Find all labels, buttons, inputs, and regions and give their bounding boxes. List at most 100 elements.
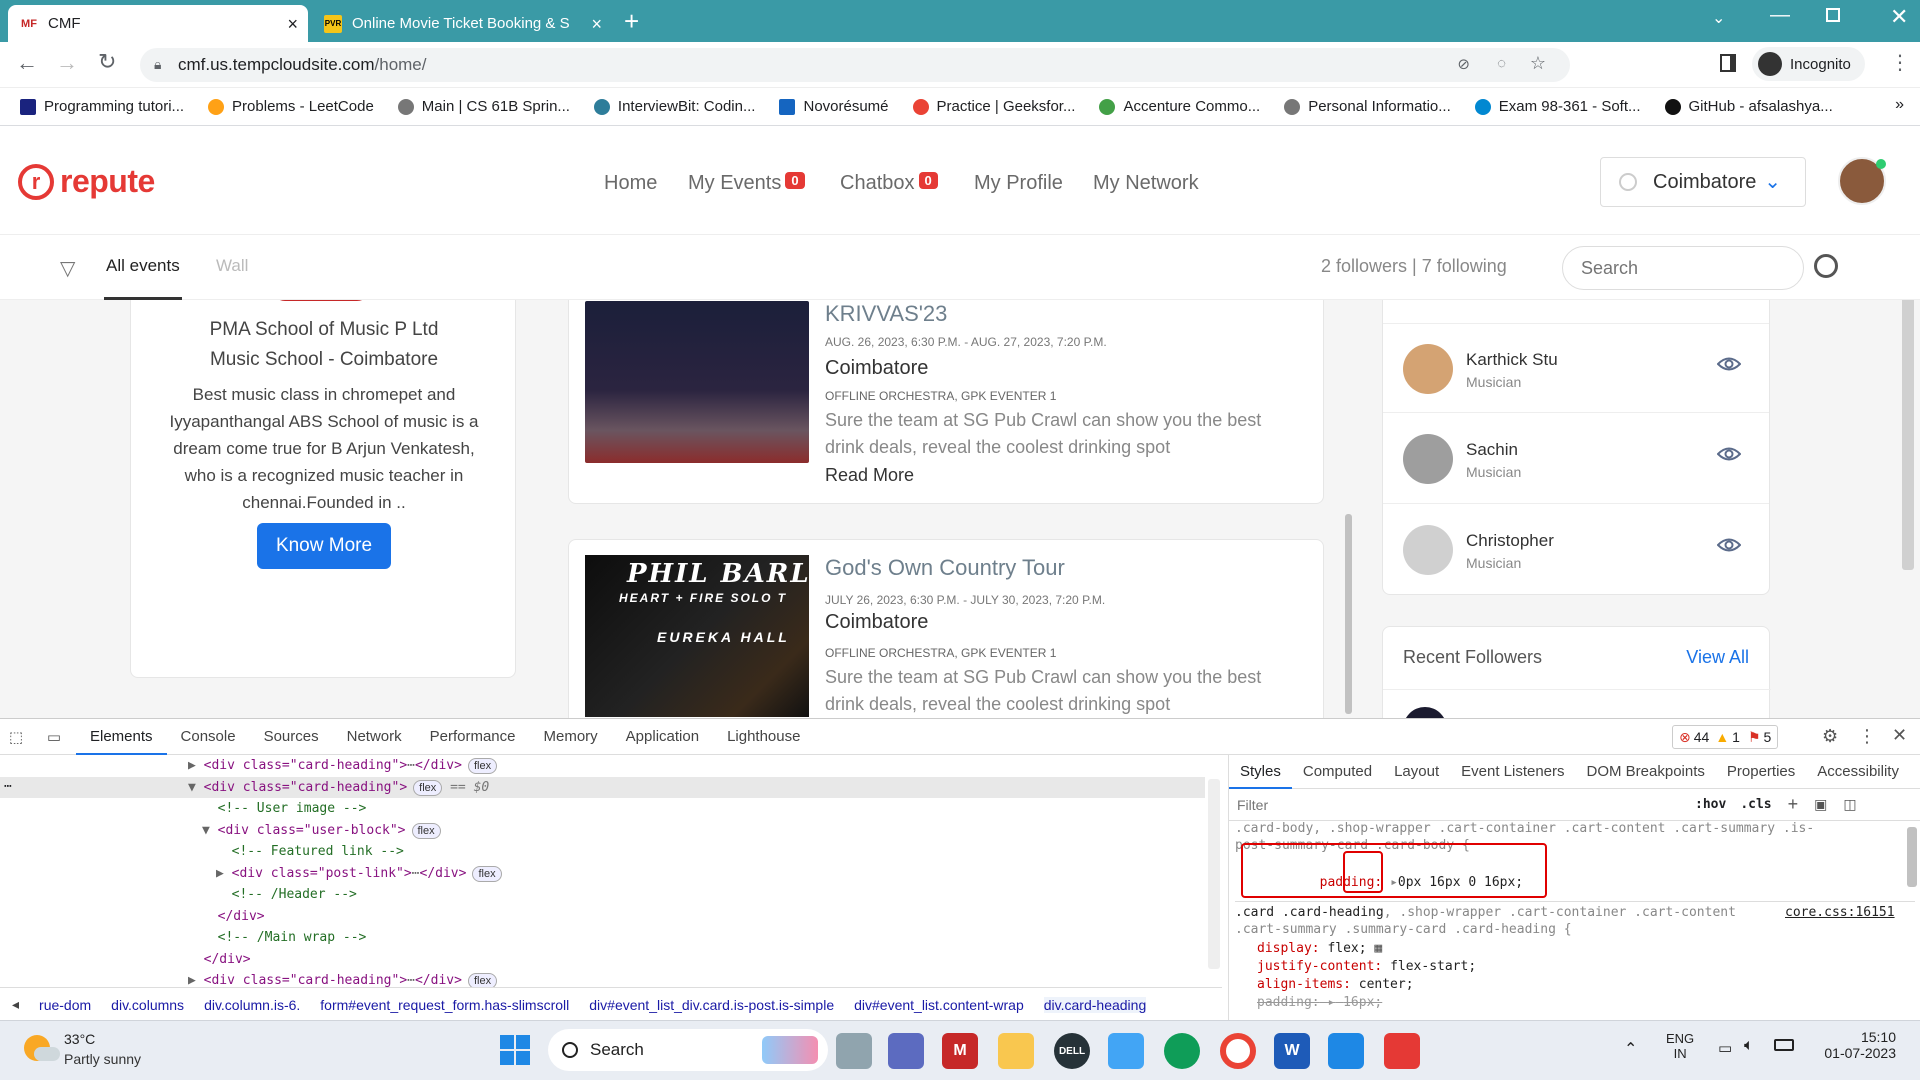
network-icon[interactable]: ▭ — [1718, 1039, 1732, 1057]
filter-icon[interactable]: ▽ — [60, 256, 75, 281]
search-icon[interactable] — [1814, 254, 1838, 278]
flex-badge[interactable]: flex — [472, 865, 502, 882]
incognito-profile-button[interactable]: Incognito — [1752, 47, 1865, 81]
user-avatar[interactable] — [1838, 157, 1886, 205]
dom-node-row[interactable]: ▶ <div class="card-heading">⋯</div> flex — [0, 970, 1205, 987]
read-more-link[interactable]: Read More — [825, 465, 914, 486]
file-explorer-icon[interactable] — [998, 1033, 1034, 1069]
flex-editor-icon[interactable]: ▦ — [1374, 941, 1382, 956]
feed-scrollbar[interactable] — [1345, 514, 1352, 714]
bookmark-item[interactable]: Main | CS 61B Sprin... — [397, 98, 570, 115]
follower-row[interactable]: Christopher Musician — [1383, 505, 1769, 594]
styles-tab-event-listeners[interactable]: Event Listeners — [1450, 755, 1575, 789]
dom-node-row[interactable]: <!-- User image --> — [0, 798, 1205, 819]
follower-row[interactable]: Karthick Stu Musician — [1383, 323, 1769, 413]
gear-icon[interactable]: ⚙ — [1822, 726, 1838, 747]
eye-off-icon[interactable]: ◌ — [1497, 55, 1506, 72]
minimize-icon[interactable]: — — [1770, 4, 1790, 27]
collapse-icon[interactable]: ▼ — [188, 780, 204, 795]
styles-tab-styles[interactable]: Styles — [1229, 755, 1292, 789]
flex-badge[interactable]: flex — [413, 779, 443, 796]
breadcrumb-item[interactable]: div#event_list_div.card.is-post.is-simpl… — [589, 997, 834, 1013]
site-logo[interactable]: r repute — [18, 163, 155, 200]
dom-scrollbar[interactable] — [1208, 779, 1220, 969]
word-icon[interactable]: W — [1274, 1033, 1310, 1069]
bookmark-item[interactable]: Exam 98-361 - Soft... — [1474, 98, 1641, 115]
reload-icon[interactable]: ↻ — [98, 49, 116, 75]
device-toolbar-icon[interactable]: ▭ — [32, 719, 76, 755]
nav-my-network[interactable]: My Network — [1093, 172, 1199, 195]
paint-icon[interactable]: ▣ — [1814, 796, 1827, 813]
collapse-icon[interactable]: ▼ — [202, 823, 218, 838]
volume-icon[interactable]: 🔈︎ — [1744, 1037, 1754, 1055]
weather-widget[interactable] — [20, 1031, 60, 1067]
back-icon[interactable]: ← — [16, 50, 38, 76]
breadcrumb-item[interactable]: form#event_request_form.has-slimscroll — [320, 997, 569, 1013]
devtools-tab-console[interactable]: Console — [167, 719, 250, 755]
ellipsis-icon[interactable]: ⋯ — [407, 758, 415, 773]
css-declaration-overridden[interactable]: padding: ▸ 16px; — [1257, 995, 1382, 1010]
styles-tab-properties[interactable]: Properties — [1716, 755, 1806, 789]
bookmark-item[interactable]: Problems - LeetCode — [208, 98, 374, 115]
close-tab-icon[interactable]: × — [591, 15, 602, 33]
language-indicator[interactable]: ENG IN — [1666, 1031, 1694, 1061]
event-title[interactable]: God's Own Country Tour — [825, 555, 1065, 581]
tab-cmf[interactable]: MF CMF × — [8, 5, 308, 42]
styles-tab-dom-breakpoints[interactable]: DOM Breakpoints — [1576, 755, 1716, 789]
breadcrumb-item[interactable]: rue-dom — [39, 997, 91, 1013]
bookmark-item[interactable]: Personal Informatio... — [1284, 98, 1451, 115]
close-devtools-icon[interactable]: ✕ — [1892, 725, 1907, 746]
issues-counter[interactable]: ⊗ 44 ▲ 1 ⚑ 5 — [1672, 725, 1779, 749]
side-panel-icon[interactable] — [1720, 54, 1736, 72]
devtools-tab-network[interactable]: Network — [333, 719, 416, 755]
chrome-menu-icon[interactable]: ⋮ — [1890, 50, 1910, 75]
clock[interactable]: 15:10 01-07-2023 — [1822, 1029, 1896, 1061]
forward-icon[interactable]: → — [56, 50, 78, 76]
devtools-tab-lighthouse[interactable]: Lighthouse — [713, 719, 814, 755]
taskbar-search[interactable]: Search — [548, 1029, 828, 1071]
address-bar[interactable]: 🔒︎ cmf.us.tempcloudsite.com/home/ ⊘ ◌ ☆ — [140, 48, 1570, 82]
devtools-tab-performance[interactable]: Performance — [416, 719, 530, 755]
eye-icon[interactable] — [1717, 537, 1741, 553]
close-tab-icon[interactable]: × — [287, 15, 298, 33]
nav-home[interactable]: Home — [604, 172, 657, 195]
expand-icon[interactable]: ▶ — [188, 973, 204, 987]
blocked-popup-icon[interactable]: ⊘ — [1457, 55, 1470, 73]
expand-icon[interactable]: ▶ — [216, 866, 232, 881]
breadcrumb-item[interactable]: div.card-heading — [1043, 996, 1147, 1013]
search-input[interactable] — [1562, 246, 1804, 290]
nav-my-profile[interactable]: My Profile — [974, 172, 1063, 195]
dom-node-row[interactable]: ▶ <div class="card-heading">⋯</div> flex — [0, 755, 1205, 776]
bookmark-item[interactable]: Practice | Geeksfor... — [912, 98, 1075, 115]
eye-icon[interactable] — [1717, 446, 1741, 462]
view-all-link[interactable]: View All — [1686, 647, 1749, 668]
bookmarks-more-icon[interactable]: » — [1895, 96, 1904, 114]
ellipsis-icon[interactable]: ⋯ — [412, 866, 420, 881]
breadcrumb-item[interactable]: div.column.is-6. — [204, 997, 300, 1013]
bookmark-item[interactable]: InterviewBit: Codin... — [593, 98, 755, 115]
task-view-icon[interactable] — [836, 1033, 872, 1069]
dom-node-row[interactable]: ▼ <div class="card-heading"> flex == $0 — [0, 776, 1205, 798]
close-window-icon[interactable]: ✕ — [1890, 4, 1908, 30]
edge-icon[interactable] — [1164, 1033, 1200, 1069]
tab-search-icon[interactable]: ⌄ — [1712, 8, 1725, 28]
css-declaration[interactable]: justify-content: flex-start; — [1257, 959, 1476, 974]
tab-wall[interactable]: Wall — [216, 256, 248, 276]
dom-node-row[interactable]: <!-- Featured link --> — [0, 841, 1205, 862]
cls-toggle[interactable]: .cls — [1740, 797, 1771, 812]
tab-pvr[interactable]: PVR Online Movie Ticket Booking & S × — [312, 5, 612, 42]
paint-app-icon[interactable] — [1384, 1033, 1420, 1069]
css-source-link[interactable]: core.css:16151 — [1785, 905, 1895, 920]
devtools-tab-memory[interactable]: Memory — [530, 719, 612, 755]
event-card[interactable]: KRIVVAS'23 AUG. 26, 2023, 6:30 P.M. - AU… — [568, 300, 1324, 504]
styles-scrollbar[interactable] — [1907, 827, 1917, 887]
devtools-tab-sources[interactable]: Sources — [250, 719, 333, 755]
dom-node-row[interactable]: </div> — [0, 906, 1205, 927]
page-scrollbar[interactable] — [1902, 300, 1914, 570]
devtools-tab-application[interactable]: Application — [612, 719, 713, 755]
store-icon[interactable] — [1108, 1033, 1144, 1069]
dom-node-row[interactable]: <!-- /Main wrap --> — [0, 927, 1205, 948]
maximize-icon[interactable] — [1826, 8, 1840, 22]
dom-node-row[interactable]: <!-- /Header --> — [0, 884, 1205, 905]
inspect-element-icon[interactable]: ⬚ — [0, 719, 32, 755]
